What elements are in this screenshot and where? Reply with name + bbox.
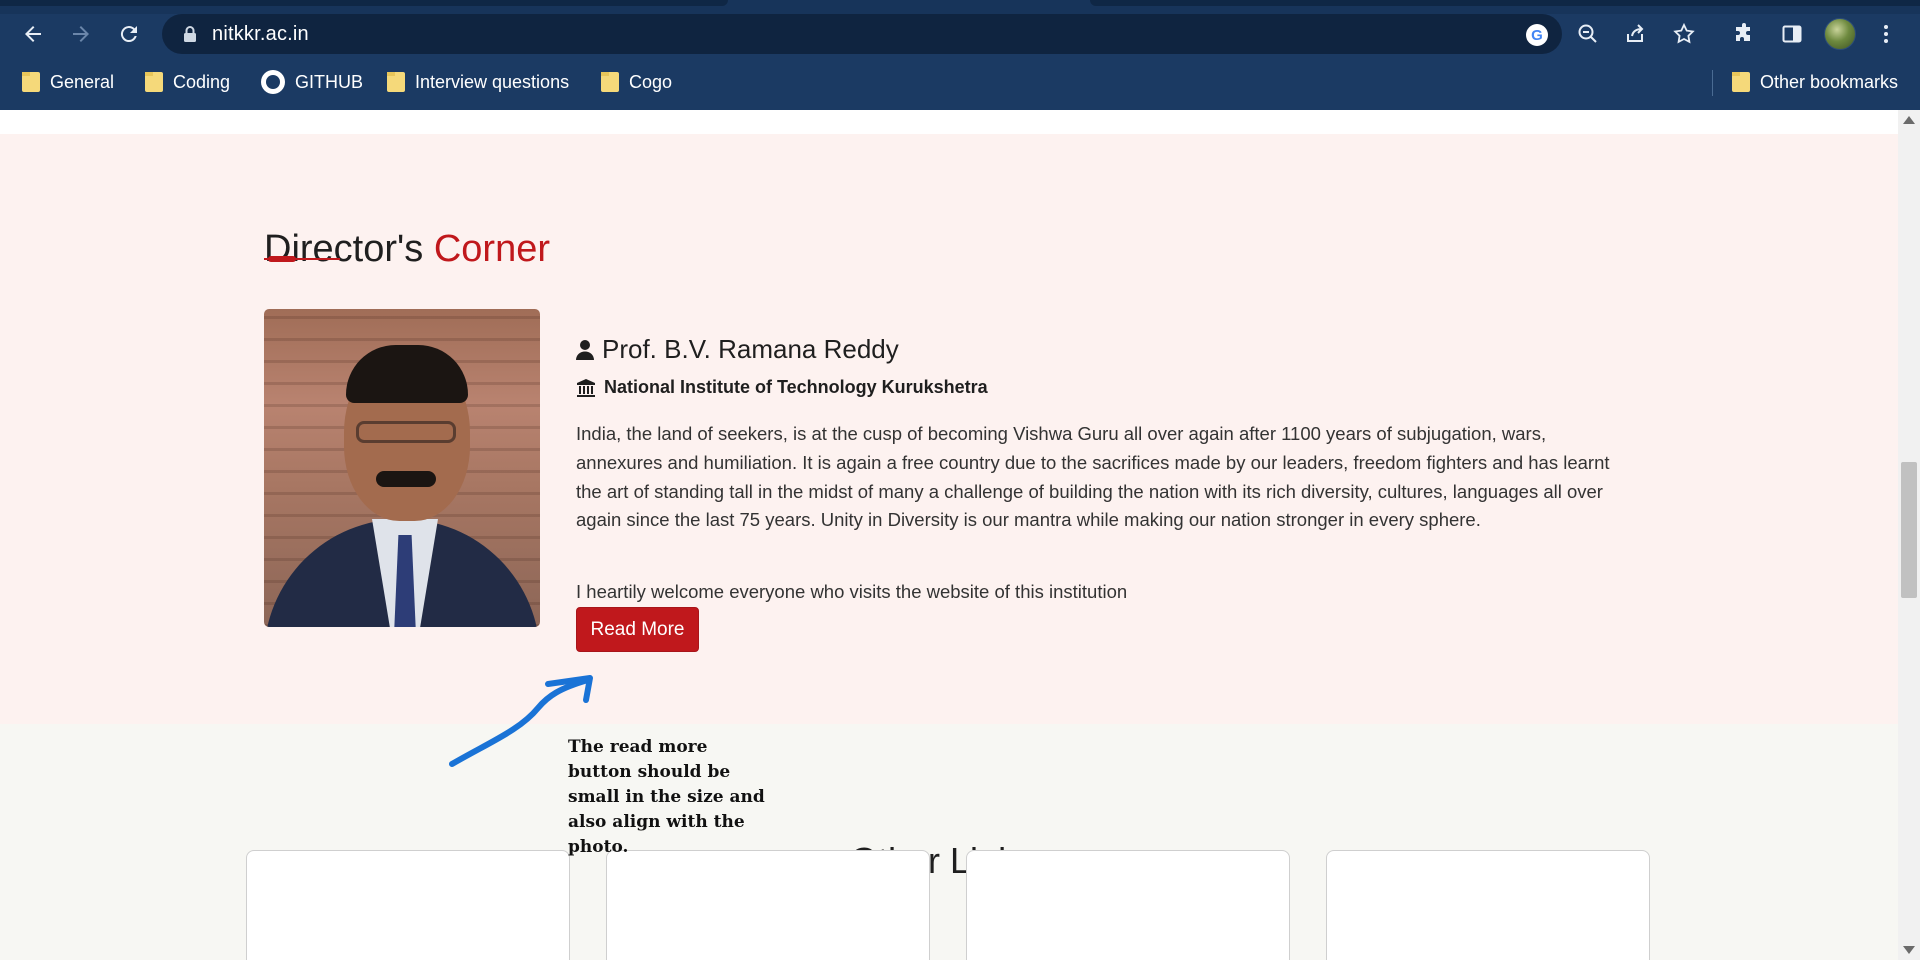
tab[interactable] xyxy=(1090,0,1920,6)
svg-text:G: G xyxy=(1531,27,1543,44)
other-links-section: Other Links xyxy=(0,724,1898,960)
back-icon[interactable] xyxy=(17,18,49,50)
tab-strip xyxy=(0,0,1920,14)
scroll-down-arrow-icon[interactable] xyxy=(1903,946,1915,954)
director-message: India, the land of seekers, is at the cu… xyxy=(576,423,1610,531)
folder-icon xyxy=(22,72,40,92)
bookmark-coding[interactable]: Coding xyxy=(145,68,230,96)
director-name: Prof. B.V. Ramana Reddy xyxy=(576,334,899,365)
bookmark-star-icon[interactable] xyxy=(1670,20,1698,48)
bookmark-cogo[interactable]: Cogo xyxy=(601,68,672,96)
address-bar[interactable]: nitkkr.ac.in G xyxy=(162,14,1562,54)
other-bookmarks[interactable]: Other bookmarks xyxy=(1732,68,1898,96)
bookmarks-bar: General Coding GITHUB Interview question… xyxy=(0,64,1920,100)
scroll-up-arrow-icon[interactable] xyxy=(1903,116,1915,124)
director-institute: National Institute of Technology Kuruksh… xyxy=(576,377,988,398)
google-icon[interactable]: G xyxy=(1524,22,1550,48)
welcome-message: I heartily welcome everyone who visits t… xyxy=(576,581,1128,602)
title-accent: Corner xyxy=(433,228,550,270)
folder-icon xyxy=(145,72,163,92)
bookmark-github[interactable]: GITHUB xyxy=(261,68,363,96)
bookmark-label[interactable]: GITHUB xyxy=(295,72,363,93)
bookmark-label[interactable]: General xyxy=(50,72,114,93)
browser-chrome: nitkkr.ac.in G General Coding GITHUB Int… xyxy=(0,0,1920,110)
vertical-scrollbar[interactable] xyxy=(1898,110,1920,960)
link-card[interactable] xyxy=(246,850,570,960)
profile-avatar[interactable] xyxy=(1824,18,1856,50)
bookmark-label[interactable]: Coding xyxy=(173,72,230,93)
link-card[interactable] xyxy=(1326,850,1650,960)
read-more-button[interactable]: Read More xyxy=(576,607,699,652)
reload-icon[interactable] xyxy=(113,18,145,50)
link-card[interactable] xyxy=(966,850,1290,960)
bookmarks-divider xyxy=(1712,70,1713,96)
bookmark-label[interactable]: Interview questions xyxy=(415,72,569,93)
user-icon xyxy=(576,339,594,360)
directors-corner-section: Director's Corner Prof. B.V. Ramana Redd… xyxy=(0,134,1898,724)
bookmark-label[interactable]: Other bookmarks xyxy=(1760,72,1898,93)
tab[interactable] xyxy=(0,0,728,6)
section-title: Director's Corner xyxy=(264,228,550,271)
folder-icon xyxy=(1732,72,1750,92)
github-icon xyxy=(261,70,285,94)
scroll-thumb[interactable] xyxy=(1901,462,1917,598)
institute-text: National Institute of Technology Kuruksh… xyxy=(604,377,988,397)
page-viewport: Director's Corner Prof. B.V. Ramana Redd… xyxy=(0,110,1898,960)
institution-icon xyxy=(577,378,595,397)
title-main: Director's xyxy=(264,228,424,270)
header-strip xyxy=(0,110,1898,134)
link-card[interactable] xyxy=(606,850,930,960)
bookmark-interview-questions[interactable]: Interview questions xyxy=(387,68,569,96)
bookmark-general[interactable]: General xyxy=(22,68,114,96)
name-text: Prof. B.V. Ramana Reddy xyxy=(602,334,899,364)
menu-kebab-icon[interactable] xyxy=(1872,20,1900,48)
share-icon[interactable] xyxy=(1622,20,1650,48)
bookmark-label[interactable]: Cogo xyxy=(629,72,672,93)
folder-icon xyxy=(601,72,619,92)
folder-icon xyxy=(387,72,405,92)
title-underline-accent xyxy=(268,256,296,262)
director-photo xyxy=(264,309,540,627)
zoom-out-icon[interactable] xyxy=(1574,20,1602,48)
forward-icon[interactable] xyxy=(65,18,97,50)
side-panel-icon[interactable] xyxy=(1778,20,1806,48)
extensions-icon[interactable] xyxy=(1730,20,1758,48)
url-text[interactable]: nitkkr.ac.in xyxy=(212,23,309,46)
annotation-note: The read more button should be small in … xyxy=(568,737,765,857)
lock-icon[interactable] xyxy=(182,25,198,43)
